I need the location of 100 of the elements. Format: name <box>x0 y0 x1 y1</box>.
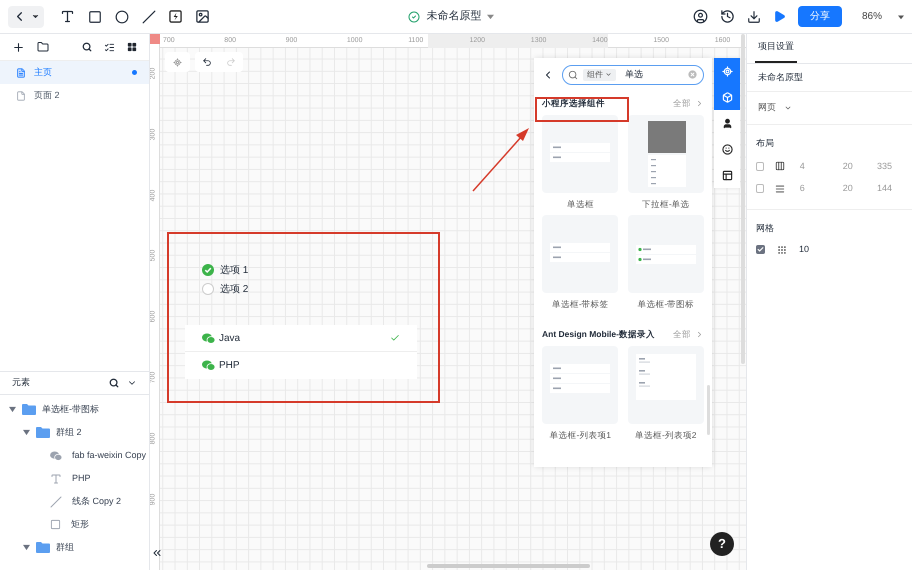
chat-bubbles-icon <box>202 332 215 344</box>
radio-label: 选项 1 <box>220 264 248 278</box>
chat-bubbles-icon <box>202 360 215 371</box>
cube-icon <box>722 92 732 102</box>
page-icon <box>16 90 26 100</box>
undo-icon[interactable] <box>202 57 212 67</box>
share-button[interactable]: 分享 <box>798 6 842 27</box>
page-item[interactable]: 主页 <box>0 61 149 84</box>
component-thumbnail[interactable] <box>542 215 618 293</box>
text-tool-icon[interactable] <box>60 9 75 24</box>
caret-icon[interactable] <box>487 13 494 20</box>
layer-item[interactable]: 群组 <box>0 536 149 559</box>
folder-icon <box>36 427 50 438</box>
layer-item[interactable]: 单选框-带图标 <box>0 398 149 421</box>
checkbox[interactable] <box>756 162 764 171</box>
layer-label: 线条 Copy 2 <box>72 494 122 508</box>
history-icon[interactable] <box>720 9 735 24</box>
layer-item[interactable]: fab fa-weixin Copy <box>0 444 149 467</box>
checkbox[interactable] <box>756 245 765 254</box>
image-tool-icon[interactable] <box>195 9 210 24</box>
caret-icon[interactable] <box>8 406 16 413</box>
add-page-icon[interactable] <box>12 40 25 54</box>
page-label: 主页 <box>34 66 53 79</box>
radio-option[interactable]: 选项 2 <box>202 282 248 296</box>
arrow <box>472 126 530 192</box>
layer-label: 群组 2 <box>56 426 82 439</box>
zoom-level[interactable]: 86% <box>862 9 882 24</box>
component-thumbnail[interactable] <box>628 215 704 293</box>
check-icon <box>757 246 764 254</box>
grid-value[interactable]: 10 <box>799 243 810 256</box>
columns-icon <box>775 161 786 172</box>
user-icon[interactable] <box>692 9 708 24</box>
list-icon[interactable] <box>104 42 115 52</box>
layer-label: PHP <box>72 472 91 485</box>
folder-icon <box>36 542 50 553</box>
radio-checked-icon[interactable] <box>202 264 214 276</box>
section-title: 网格 <box>756 222 775 234</box>
component-label: 单选框-带图标 <box>637 298 694 311</box>
component-thumbnail[interactable] <box>628 115 704 193</box>
layer-label: 矩形 <box>71 518 89 531</box>
collapse-icon[interactable] <box>151 547 163 559</box>
person-icon <box>722 118 732 128</box>
caret-icon[interactable] <box>22 544 30 551</box>
list-row[interactable]: PHP <box>185 352 417 379</box>
section-title: Ant Design Mobile-数据录入 <box>542 328 656 340</box>
caret-icon[interactable] <box>22 429 30 436</box>
line-icon <box>50 496 62 508</box>
list-row[interactable]: Java <box>185 325 417 352</box>
folder-icon[interactable] <box>37 41 49 53</box>
page-label: 页面 2 <box>34 88 61 102</box>
back-button[interactable] <box>8 6 44 28</box>
device-dropdown[interactable]: 网页 <box>758 101 792 115</box>
checkbox[interactable] <box>756 184 764 194</box>
list-label: PHP <box>219 359 241 373</box>
play-icon[interactable] <box>772 10 786 23</box>
layout-icon <box>722 170 732 180</box>
ruler-corner <box>150 34 160 44</box>
side-tab[interactable] <box>714 110 740 136</box>
project-name: 未命名原型 <box>758 70 803 84</box>
component-thumbnail[interactable] <box>542 115 618 193</box>
panel-title: 元素 <box>12 376 31 390</box>
filter-dropdown[interactable]: 组件 <box>583 68 616 80</box>
search-field[interactable]: 组件 单选 <box>562 64 704 84</box>
lightning-box-icon[interactable] <box>169 10 182 23</box>
search-icon[interactable] <box>109 378 119 388</box>
search-icon[interactable] <box>82 42 92 52</box>
radio-option[interactable]: 选项 1 <box>202 263 248 277</box>
layer-item[interactable]: PHP <box>0 467 149 490</box>
download-icon[interactable] <box>746 10 761 24</box>
document-title[interactable]: 未命名原型 <box>426 8 482 25</box>
line-tool-icon[interactable] <box>142 10 156 24</box>
caret-icon[interactable] <box>898 14 904 20</box>
grid-dots-icon <box>777 244 787 255</box>
circle-tool-icon[interactable] <box>115 10 129 24</box>
side-tab[interactable] <box>714 162 740 188</box>
target-icon <box>722 66 732 76</box>
help-button[interactable]: ? <box>710 532 734 556</box>
layer-item[interactable]: 矩形 <box>0 513 149 536</box>
component-label: 下拉框-单选 <box>642 198 690 211</box>
component-thumbnail[interactable] <box>628 346 704 424</box>
grid-icon[interactable] <box>127 42 137 52</box>
chat-bubbles-icon <box>50 450 62 460</box>
target-icon[interactable] <box>173 58 182 66</box>
text-icon <box>50 472 62 484</box>
section-title: 布局 <box>756 137 775 150</box>
layer-item[interactable]: 线条 Copy 2 <box>0 490 149 513</box>
layer-label: fab fa-weixin Copy <box>72 448 146 462</box>
rectangle-tool-icon[interactable] <box>88 10 102 24</box>
smiley-icon <box>722 144 732 154</box>
check-icon <box>390 333 400 343</box>
component-label: 单选框-列表项1 <box>549 429 612 442</box>
chevron-icon <box>784 104 792 112</box>
component-label: 单选框 <box>566 198 594 211</box>
page-item[interactable]: 页面 2 <box>0 84 149 107</box>
layer-label: 单选框-带图标 <box>42 402 99 416</box>
layer-item[interactable]: 群组 2 <box>0 421 149 444</box>
folder-icon <box>22 404 36 415</box>
rectangle-icon <box>50 519 61 530</box>
settings-tab[interactable]: 项目设置 <box>755 40 797 63</box>
component-thumbnail[interactable] <box>542 346 618 424</box>
